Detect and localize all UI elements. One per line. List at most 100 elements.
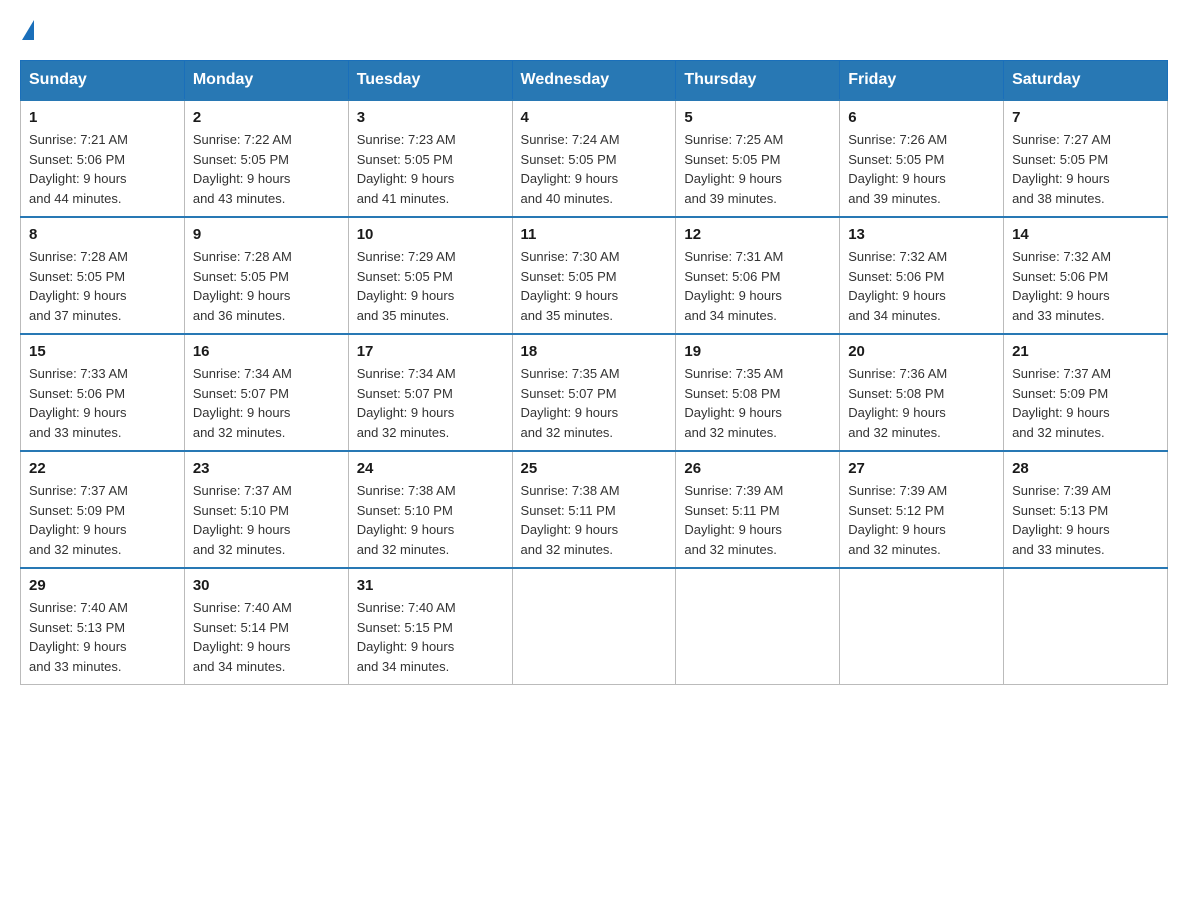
day-info: Sunrise: 7:22 AM Sunset: 5:05 PM Dayligh…: [193, 130, 340, 208]
calendar-cell: 27 Sunrise: 7:39 AM Sunset: 5:12 PM Dayl…: [840, 451, 1004, 568]
calendar-cell: 10 Sunrise: 7:29 AM Sunset: 5:05 PM Dayl…: [348, 217, 512, 334]
calendar-cell: 29 Sunrise: 7:40 AM Sunset: 5:13 PM Dayl…: [21, 568, 185, 685]
calendar-cell: 1 Sunrise: 7:21 AM Sunset: 5:06 PM Dayli…: [21, 100, 185, 217]
day-info: Sunrise: 7:34 AM Sunset: 5:07 PM Dayligh…: [193, 364, 340, 442]
calendar-week-row: 8 Sunrise: 7:28 AM Sunset: 5:05 PM Dayli…: [21, 217, 1168, 334]
column-header-sunday: Sunday: [21, 61, 185, 101]
day-number: 6: [848, 109, 995, 126]
calendar-cell: 18 Sunrise: 7:35 AM Sunset: 5:07 PM Dayl…: [512, 334, 676, 451]
day-number: 19: [684, 343, 831, 360]
day-info: Sunrise: 7:37 AM Sunset: 5:10 PM Dayligh…: [193, 481, 340, 559]
day-info: Sunrise: 7:33 AM Sunset: 5:06 PM Dayligh…: [29, 364, 176, 442]
calendar-cell: 3 Sunrise: 7:23 AM Sunset: 5:05 PM Dayli…: [348, 100, 512, 217]
day-info: Sunrise: 7:40 AM Sunset: 5:13 PM Dayligh…: [29, 598, 176, 676]
calendar-week-row: 29 Sunrise: 7:40 AM Sunset: 5:13 PM Dayl…: [21, 568, 1168, 685]
day-info: Sunrise: 7:39 AM Sunset: 5:12 PM Dayligh…: [848, 481, 995, 559]
day-info: Sunrise: 7:36 AM Sunset: 5:08 PM Dayligh…: [848, 364, 995, 442]
day-number: 1: [29, 109, 176, 126]
calendar-cell: 8 Sunrise: 7:28 AM Sunset: 5:05 PM Dayli…: [21, 217, 185, 334]
calendar-cell: [1004, 568, 1168, 685]
calendar-cell: 24 Sunrise: 7:38 AM Sunset: 5:10 PM Dayl…: [348, 451, 512, 568]
calendar-cell: 21 Sunrise: 7:37 AM Sunset: 5:09 PM Dayl…: [1004, 334, 1168, 451]
calendar-cell: 28 Sunrise: 7:39 AM Sunset: 5:13 PM Dayl…: [1004, 451, 1168, 568]
day-number: 20: [848, 343, 995, 360]
day-info: Sunrise: 7:27 AM Sunset: 5:05 PM Dayligh…: [1012, 130, 1159, 208]
day-info: Sunrise: 7:23 AM Sunset: 5:05 PM Dayligh…: [357, 130, 504, 208]
calendar-week-row: 1 Sunrise: 7:21 AM Sunset: 5:06 PM Dayli…: [21, 100, 1168, 217]
calendar-cell: 23 Sunrise: 7:37 AM Sunset: 5:10 PM Dayl…: [184, 451, 348, 568]
day-info: Sunrise: 7:24 AM Sunset: 5:05 PM Dayligh…: [521, 130, 668, 208]
day-number: 17: [357, 343, 504, 360]
calendar-cell: 14 Sunrise: 7:32 AM Sunset: 5:06 PM Dayl…: [1004, 217, 1168, 334]
day-info: Sunrise: 7:31 AM Sunset: 5:06 PM Dayligh…: [684, 247, 831, 325]
day-info: Sunrise: 7:32 AM Sunset: 5:06 PM Dayligh…: [1012, 247, 1159, 325]
day-number: 18: [521, 343, 668, 360]
calendar-table: SundayMondayTuesdayWednesdayThursdayFrid…: [20, 60, 1168, 685]
column-header-wednesday: Wednesday: [512, 61, 676, 101]
day-info: Sunrise: 7:32 AM Sunset: 5:06 PM Dayligh…: [848, 247, 995, 325]
day-number: 28: [1012, 460, 1159, 477]
day-info: Sunrise: 7:38 AM Sunset: 5:11 PM Dayligh…: [521, 481, 668, 559]
day-number: 21: [1012, 343, 1159, 360]
day-info: Sunrise: 7:30 AM Sunset: 5:05 PM Dayligh…: [521, 247, 668, 325]
calendar-cell: 22 Sunrise: 7:37 AM Sunset: 5:09 PM Dayl…: [21, 451, 185, 568]
day-number: 27: [848, 460, 995, 477]
day-info: Sunrise: 7:37 AM Sunset: 5:09 PM Dayligh…: [1012, 364, 1159, 442]
calendar-cell: [512, 568, 676, 685]
day-number: 29: [29, 577, 176, 594]
day-number: 23: [193, 460, 340, 477]
day-number: 11: [521, 226, 668, 243]
day-info: Sunrise: 7:38 AM Sunset: 5:10 PM Dayligh…: [357, 481, 504, 559]
calendar-cell: 5 Sunrise: 7:25 AM Sunset: 5:05 PM Dayli…: [676, 100, 840, 217]
day-info: Sunrise: 7:28 AM Sunset: 5:05 PM Dayligh…: [193, 247, 340, 325]
day-info: Sunrise: 7:28 AM Sunset: 5:05 PM Dayligh…: [29, 247, 176, 325]
calendar-week-row: 15 Sunrise: 7:33 AM Sunset: 5:06 PM Dayl…: [21, 334, 1168, 451]
calendar-cell: 15 Sunrise: 7:33 AM Sunset: 5:06 PM Dayl…: [21, 334, 185, 451]
column-header-monday: Monday: [184, 61, 348, 101]
page-header: [20, 20, 1168, 40]
calendar-cell: 4 Sunrise: 7:24 AM Sunset: 5:05 PM Dayli…: [512, 100, 676, 217]
day-number: 3: [357, 109, 504, 126]
calendar-cell: 16 Sunrise: 7:34 AM Sunset: 5:07 PM Dayl…: [184, 334, 348, 451]
logo-triangle-icon: [22, 20, 34, 40]
day-info: Sunrise: 7:29 AM Sunset: 5:05 PM Dayligh…: [357, 247, 504, 325]
day-info: Sunrise: 7:21 AM Sunset: 5:06 PM Dayligh…: [29, 130, 176, 208]
column-header-thursday: Thursday: [676, 61, 840, 101]
day-number: 10: [357, 226, 504, 243]
calendar-cell: 17 Sunrise: 7:34 AM Sunset: 5:07 PM Dayl…: [348, 334, 512, 451]
calendar-cell: 6 Sunrise: 7:26 AM Sunset: 5:05 PM Dayli…: [840, 100, 1004, 217]
calendar-cell: 20 Sunrise: 7:36 AM Sunset: 5:08 PM Dayl…: [840, 334, 1004, 451]
calendar-cell: [676, 568, 840, 685]
day-number: 9: [193, 226, 340, 243]
day-number: 5: [684, 109, 831, 126]
calendar-cell: 19 Sunrise: 7:35 AM Sunset: 5:08 PM Dayl…: [676, 334, 840, 451]
day-number: 24: [357, 460, 504, 477]
calendar-cell: 26 Sunrise: 7:39 AM Sunset: 5:11 PM Dayl…: [676, 451, 840, 568]
day-info: Sunrise: 7:25 AM Sunset: 5:05 PM Dayligh…: [684, 130, 831, 208]
day-number: 14: [1012, 226, 1159, 243]
day-info: Sunrise: 7:39 AM Sunset: 5:11 PM Dayligh…: [684, 481, 831, 559]
day-number: 30: [193, 577, 340, 594]
day-number: 12: [684, 226, 831, 243]
column-header-tuesday: Tuesday: [348, 61, 512, 101]
calendar-cell: [840, 568, 1004, 685]
calendar-cell: 9 Sunrise: 7:28 AM Sunset: 5:05 PM Dayli…: [184, 217, 348, 334]
calendar-cell: 30 Sunrise: 7:40 AM Sunset: 5:14 PM Dayl…: [184, 568, 348, 685]
calendar-header-row: SundayMondayTuesdayWednesdayThursdayFrid…: [21, 61, 1168, 101]
day-number: 4: [521, 109, 668, 126]
calendar-cell: 31 Sunrise: 7:40 AM Sunset: 5:15 PM Dayl…: [348, 568, 512, 685]
day-info: Sunrise: 7:26 AM Sunset: 5:05 PM Dayligh…: [848, 130, 995, 208]
day-number: 13: [848, 226, 995, 243]
calendar-cell: 25 Sunrise: 7:38 AM Sunset: 5:11 PM Dayl…: [512, 451, 676, 568]
day-number: 22: [29, 460, 176, 477]
day-info: Sunrise: 7:35 AM Sunset: 5:08 PM Dayligh…: [684, 364, 831, 442]
calendar-week-row: 22 Sunrise: 7:37 AM Sunset: 5:09 PM Dayl…: [21, 451, 1168, 568]
calendar-cell: 11 Sunrise: 7:30 AM Sunset: 5:05 PM Dayl…: [512, 217, 676, 334]
day-number: 2: [193, 109, 340, 126]
calendar-cell: 7 Sunrise: 7:27 AM Sunset: 5:05 PM Dayli…: [1004, 100, 1168, 217]
day-info: Sunrise: 7:34 AM Sunset: 5:07 PM Dayligh…: [357, 364, 504, 442]
column-header-friday: Friday: [840, 61, 1004, 101]
day-number: 31: [357, 577, 504, 594]
calendar-cell: 13 Sunrise: 7:32 AM Sunset: 5:06 PM Dayl…: [840, 217, 1004, 334]
day-number: 7: [1012, 109, 1159, 126]
